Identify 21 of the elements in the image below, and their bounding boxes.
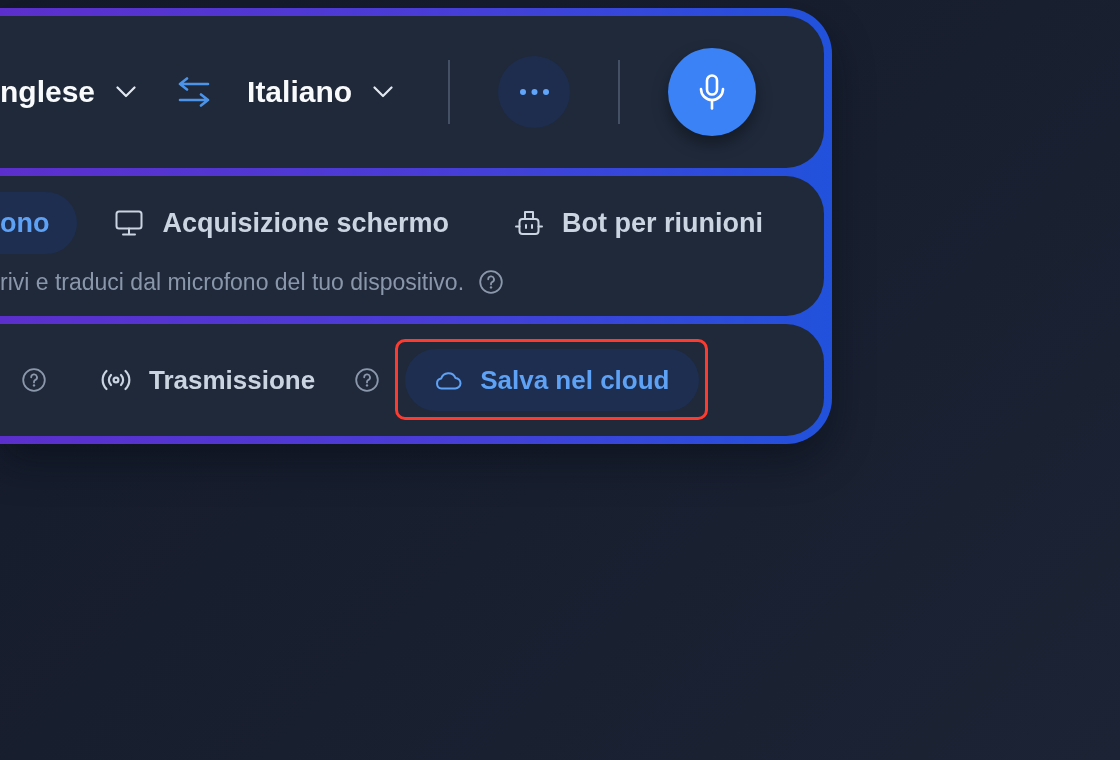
swap-languages-button[interactable] [178,77,211,107]
broadcast-icon [101,369,131,391]
option-toggle[interactable]: Salva nel cloud [405,349,699,411]
monitor-icon [115,210,144,236]
source-tab[interactable]: Acquisizione schermo [87,192,478,254]
cloud-icon [434,370,463,390]
target-language-select[interactable]: Italiano [247,74,394,110]
source-tab[interactable]: Bot per riunioni [487,192,792,254]
help-icon[interactable] [355,368,380,392]
help-icon[interactable] [22,368,46,392]
chevron-down-icon [373,86,394,98]
option-toggle[interactable]: Trasmissione [72,349,345,411]
robot-icon [515,210,544,236]
source-tab[interactable]: ono [0,192,78,254]
source-language-select[interactable]: nglese [0,74,137,110]
ellipsis-icon [519,89,549,95]
hint-text: rivi e traduci dal microfono del tuo dispositivo. [0,268,465,296]
microphone-icon [698,74,727,110]
chevron-down-icon [116,86,137,98]
swap-arrows-icon [178,77,211,107]
help-icon[interactable] [479,270,504,294]
